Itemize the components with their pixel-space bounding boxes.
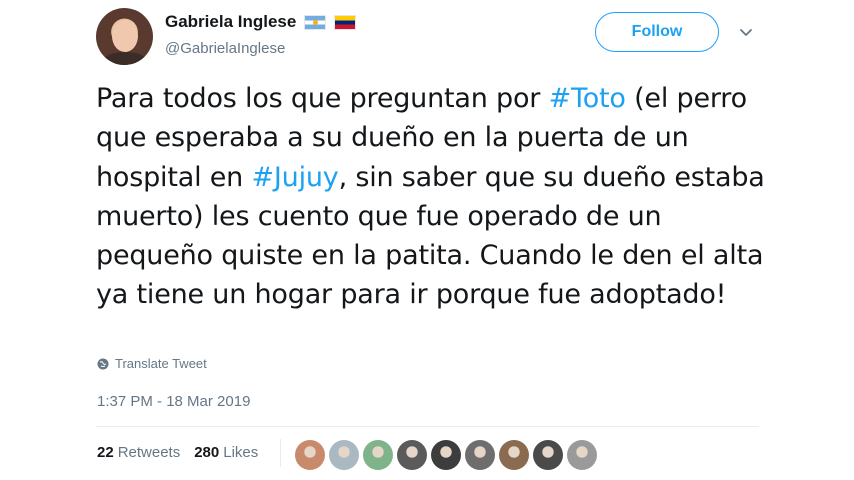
liker-avatar-6[interactable] [465,440,495,470]
likes-label: Likes [223,444,259,461]
chevron-down-icon[interactable] [739,26,753,40]
hashtag-link-jujuy[interactable]: #Jujuy [251,162,338,193]
liker-avatar-4[interactable] [397,440,427,470]
retweets-count: 22 [97,444,114,461]
likes-stat[interactable]: 280 Likes [194,444,258,461]
avatar-face [112,20,138,52]
tweet-timestamp[interactable]: 1:37 PM - 18 Mar 2019 [97,393,250,410]
translate-tweet-label[interactable]: Translate Tweet [115,356,207,371]
liker-avatar-8[interactable] [533,440,563,470]
likes-count: 280 [194,444,220,461]
venezuela-flag-icon [334,14,357,30]
liker-avatar-3[interactable] [363,440,393,470]
user-handle[interactable]: @GabrielaInglese [165,40,285,57]
retweets-stat[interactable]: 22 Retweets [97,444,180,461]
display-name[interactable]: Gabriela Inglese [165,12,296,32]
follow-button[interactable]: Follow [595,12,719,52]
tweet-text: Para todos los que preguntan por #Toto (… [96,79,786,315]
hashtag-link-toto[interactable]: #Toto [549,83,626,114]
liker-avatar-1[interactable] [295,440,325,470]
avatar-shoulders [102,52,148,65]
avatar[interactable] [96,8,153,65]
liker-avatar-9[interactable] [567,440,597,470]
tweet-text-segment: Para todos los que preguntan por [96,83,549,114]
globe-icon [97,358,109,369]
tweet-header: Gabriela Inglese @GabrielaInglese Follow [96,8,766,68]
translate-tweet-link[interactable]: Translate Tweet [97,356,207,371]
divider [96,426,759,427]
liker-avatar-5[interactable] [431,440,461,470]
argentina-flag-icon [304,14,327,30]
liker-avatar-2[interactable] [329,440,359,470]
liker-avatar-7[interactable] [499,440,529,470]
liker-avatars [295,440,597,470]
retweets-label: Retweets [117,444,181,461]
name-row: Gabriela Inglese [165,12,357,32]
stats-separator [280,439,281,467]
tweet-stats: 22 Retweets 280 Likes [97,444,272,461]
